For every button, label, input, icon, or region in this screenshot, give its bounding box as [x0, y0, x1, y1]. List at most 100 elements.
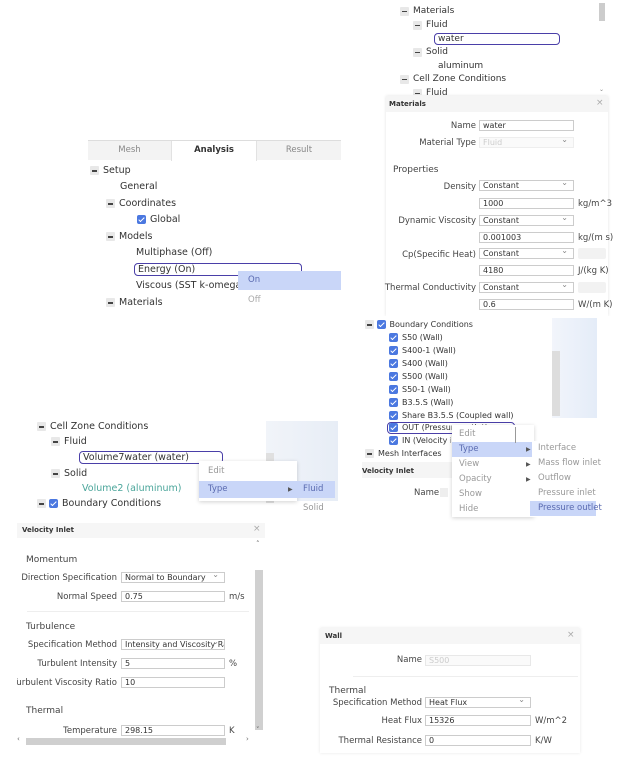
tree-node-solid[interactable]: Solid [51, 468, 87, 479]
boundary-item[interactable]: S50 (Wall) [389, 333, 443, 342]
checkbox-checked[interactable] [389, 333, 398, 342]
horizontal-scrollbar-thumb[interactable] [26, 738, 226, 745]
collapse-icon[interactable] [51, 469, 60, 478]
checkbox-checked[interactable] [389, 372, 398, 381]
checkbox-checked[interactable] [389, 423, 398, 432]
menu-item-edit[interactable]: Edit [199, 463, 297, 479]
tree-node-volume2[interactable]: Volume2 (aluminum) [82, 483, 181, 494]
tree-node-boundary-conditions[interactable]: Boundary Conditions [365, 320, 473, 329]
tree-node-models[interactable]: Models [106, 231, 152, 242]
submenu-item-pressure-outlet[interactable]: Pressure outlet [530, 501, 602, 516]
tree-node-boundary-conditions[interactable]: Boundary Conditions [37, 498, 161, 509]
submenu-item-interface[interactable]: Interface [532, 441, 598, 455]
scrollbar-thumb[interactable] [552, 351, 560, 416]
collapse-icon[interactable] [37, 499, 46, 508]
boundary-item[interactable]: S400 (Wall) [389, 359, 448, 368]
direction-select[interactable]: Normal to Boundary [121, 572, 225, 583]
cp-method-select[interactable]: Constant [479, 248, 574, 259]
tab-result[interactable]: Result [257, 141, 341, 160]
collapse-icon[interactable] [365, 449, 374, 458]
collapse-icon[interactable] [400, 74, 409, 84]
conductivity-method-select[interactable]: Constant [479, 282, 574, 293]
tree-node-setup[interactable]: Setup [90, 165, 131, 176]
tree-node-viscous[interactable]: Viscous (SST k-omega) [136, 280, 251, 291]
collapse-icon[interactable] [37, 422, 46, 431]
boundary-item[interactable]: B3.5.S (Wall) [389, 398, 453, 407]
scroll-right-icon[interactable]: › [246, 735, 249, 743]
collapse-icon[interactable] [413, 88, 422, 95]
vertical-scrollbar-thumb[interactable] [255, 570, 263, 730]
collapse-icon[interactable] [51, 437, 60, 446]
collapse-icon[interactable] [413, 20, 422, 30]
submenu-item-mass-flow-inlet[interactable]: Mass flow inlet [532, 456, 601, 470]
checkbox-checked[interactable] [389, 411, 398, 420]
intensity-input[interactable]: 5 [121, 658, 225, 669]
menu-item-show[interactable]: Show [452, 487, 534, 501]
density-input[interactable]: 1000 [479, 198, 574, 209]
tree-node-fluid[interactable]: Fluid [51, 436, 87, 447]
tree-node-coordinates[interactable]: Coordinates [106, 198, 176, 209]
checkbox-checked[interactable] [376, 320, 386, 329]
menu-item-edit[interactable]: Edit [452, 427, 534, 441]
checkbox-checked[interactable] [389, 385, 398, 394]
boundary-item[interactable]: S50-1 (Wall) [389, 385, 451, 394]
tree-node-global[interactable]: Global [137, 214, 180, 225]
energy-option-off[interactable]: Off [238, 291, 341, 310]
menu-item-hide[interactable]: Hide [452, 502, 534, 516]
menu-item-opacity[interactable]: Opacity [452, 472, 534, 486]
collapse-icon[interactable] [90, 166, 99, 175]
close-icon[interactable]: × [567, 630, 575, 640]
energy-option-on[interactable]: On [238, 271, 341, 290]
submenu-item-pressure-inlet[interactable]: Pressure inlet [532, 486, 598, 500]
checkbox-checked[interactable] [137, 215, 146, 224]
conductivity-input[interactable]: 0.6 [479, 299, 574, 310]
checkbox-checked[interactable] [389, 359, 398, 368]
tab-analysis[interactable]: Analysis [171, 141, 257, 161]
cp-input[interactable]: 4180 [479, 265, 574, 276]
tree-node-multiphase[interactable]: Multiphase (Off) [136, 247, 212, 258]
scrollbar-thumb[interactable] [599, 3, 605, 21]
density-method-select[interactable]: Constant [479, 180, 574, 191]
menu-item-view[interactable]: View [452, 457, 534, 471]
collapse-icon[interactable] [365, 320, 374, 329]
tree-node-water[interactable]: water [434, 33, 560, 45]
boundary-item[interactable]: IN (Velocity inlet) [389, 436, 451, 445]
resistance-input[interactable]: 0 [425, 735, 531, 746]
tree-node-cell-zone-conditions[interactable]: Cell Zone Conditions [400, 74, 506, 85]
checkbox-checked[interactable] [389, 436, 398, 445]
checkbox-checked[interactable] [49, 499, 59, 508]
tree-node-materials[interactable]: Materials [400, 6, 454, 17]
collapse-icon[interactable] [106, 232, 115, 241]
scroll-down-icon[interactable]: ˅ [256, 726, 260, 734]
boundary-item[interactable]: S500 (Wall) [389, 372, 448, 381]
scroll-up-icon[interactable]: ˄ [256, 540, 260, 548]
spec-method-select[interactable]: Intensity and Viscosity Ratio [121, 639, 225, 650]
viscosity-method-select[interactable]: Constant [479, 215, 574, 226]
collapse-icon[interactable] [106, 298, 115, 307]
speed-input[interactable]: 0.75 [121, 591, 225, 602]
submenu-item-fluid[interactable]: Fluid [297, 481, 335, 498]
menu-item-type[interactable]: Type [199, 481, 297, 498]
checkbox-checked[interactable] [389, 346, 398, 355]
tree-node-cell-zone-conditions[interactable]: Cell Zone Conditions [37, 421, 148, 432]
collapse-icon[interactable] [400, 6, 409, 16]
menu-item-type[interactable]: Type [452, 442, 534, 457]
tree-node-fluid[interactable]: Fluid [413, 20, 448, 31]
submenu-item-solid[interactable]: Solid [297, 500, 335, 516]
tree-node-aluminum[interactable]: aluminum [438, 61, 483, 71]
tree-node-mesh-interfaces[interactable]: Mesh Interfaces [365, 449, 442, 458]
tree-node-fluid-2[interactable]: Fluid [413, 88, 448, 95]
submenu-item-outflow[interactable]: Outflow [532, 471, 598, 485]
name-input[interactable]: water [479, 120, 574, 131]
scroll-down-icon[interactable]: ⌄ [599, 86, 604, 93]
tree-node-solid[interactable]: Solid [413, 47, 448, 58]
spec-method-select[interactable]: Heat Flux [425, 697, 531, 708]
tree-node-general[interactable]: General [120, 181, 157, 192]
viscosity-ratio-input[interactable]: 10 [121, 677, 225, 688]
tab-mesh[interactable]: Mesh [88, 141, 171, 160]
scroll-left-icon[interactable]: ‹ [17, 735, 20, 743]
collapse-icon[interactable] [106, 199, 115, 208]
boundary-item[interactable]: Share B3.5.S (Coupled wall) [389, 411, 514, 420]
heat-flux-input[interactable]: 15326 [425, 715, 531, 726]
close-icon[interactable]: × [596, 98, 604, 108]
